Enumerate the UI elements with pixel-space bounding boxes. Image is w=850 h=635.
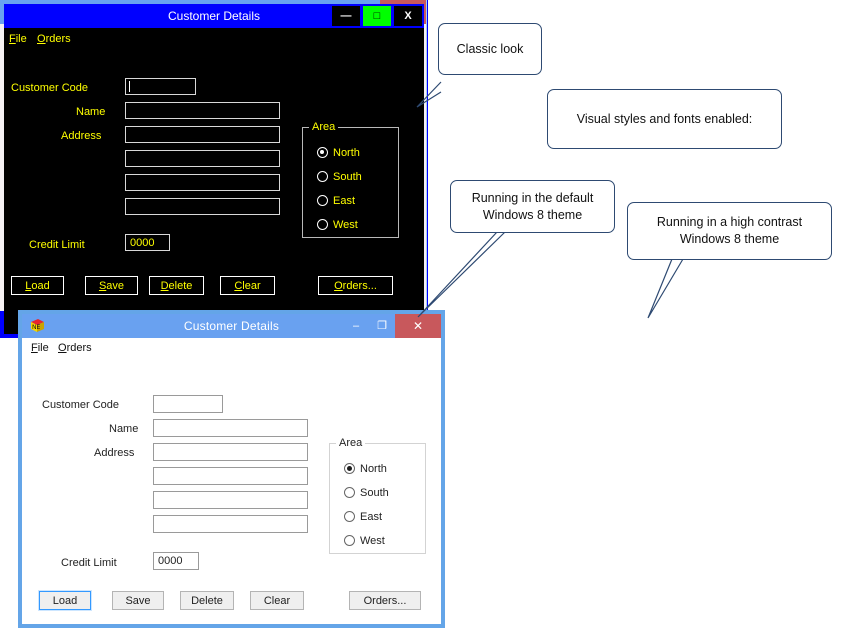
input-address-3-hc[interactable] <box>125 174 280 191</box>
button-save-hc[interactable]: Save <box>85 276 138 295</box>
radio-south-hc[interactable]: South <box>317 171 362 183</box>
label-name-hc: Name <box>76 106 106 118</box>
callout-visual-styles: Visual styles and fonts enabled: <box>547 89 782 149</box>
button-orders-hc[interactable]: Orders... <box>318 276 393 295</box>
radio-west-hc[interactable]: West <box>317 219 358 231</box>
window-controls-hc[interactable]: — □ X <box>332 6 422 26</box>
radio-east-default[interactable]: East <box>344 511 382 523</box>
button-delete-default[interactable]: Delete <box>180 591 234 610</box>
group-area-default: Area North South East West <box>329 437 426 554</box>
label-address-hc: Address <box>61 130 102 142</box>
callout-default-theme: Running in the default Windows 8 theme <box>450 180 615 233</box>
close-button-default[interactable]: ✕ <box>395 314 441 338</box>
minimize-button-default[interactable]: – <box>343 314 369 338</box>
callout-high-contrast: Running in a high contrast Windows 8 the… <box>627 202 832 260</box>
input-customer-code-default[interactable] <box>153 395 223 413</box>
menu-orders-hc[interactable]: Orders <box>37 33 71 45</box>
label-address-default: Address <box>94 447 135 459</box>
label-customer-code-default: Customer Code <box>42 399 120 411</box>
input-name-default[interactable] <box>153 419 308 437</box>
minimize-button-hc[interactable]: — <box>332 6 360 26</box>
input-address-1-default[interactable] <box>153 443 308 461</box>
ne-cube-icon-default: NE <box>29 318 45 334</box>
titlebar-default[interactable]: NE Customer Details – ❐ ✕ <box>22 314 441 338</box>
button-orders-default[interactable]: Orders... <box>349 591 421 610</box>
input-address-2-hc[interactable] <box>125 150 280 167</box>
input-address-4-default[interactable] <box>153 515 308 533</box>
button-delete-hc[interactable]: Delete <box>149 276 204 295</box>
radio-south-default[interactable]: South <box>344 487 389 499</box>
maximize-button-default[interactable]: ❐ <box>369 314 395 338</box>
window-controls-default[interactable]: – ❐ ✕ <box>343 314 441 338</box>
label-name-default: Name <box>109 423 139 435</box>
window-high-contrast[interactable]: Customer Details — □ X File Orders Custo… <box>0 0 428 338</box>
label-credit-limit-default: Credit Limit <box>61 557 117 569</box>
group-area-hc: Area North South East West <box>302 121 399 238</box>
menubar-default[interactable]: File Orders <box>22 338 441 355</box>
menu-file-hc[interactable]: File <box>9 33 27 45</box>
group-area-title-hc: Area <box>309 121 339 133</box>
button-load-default[interactable]: Load <box>38 590 92 611</box>
input-address-4-hc[interactable] <box>125 198 280 215</box>
input-customer-code-hc[interactable] <box>125 78 196 95</box>
titlebar-high-contrast[interactable]: Customer Details — □ X <box>4 4 424 28</box>
menu-file-default[interactable]: File <box>31 342 49 354</box>
radio-east-hc[interactable]: East <box>317 195 355 207</box>
button-clear-default[interactable]: Clear <box>250 591 304 610</box>
group-area-title-default: Area <box>336 437 366 449</box>
label-customer-code-hc: Customer Code <box>11 82 89 94</box>
radio-north-hc[interactable]: North <box>317 147 360 159</box>
close-button-hc[interactable]: X <box>394 6 422 26</box>
button-load-hc[interactable]: Load <box>11 276 64 295</box>
window-default-theme[interactable]: NE Customer Details – ❐ ✕ File Orders Cu… <box>18 310 445 628</box>
client-area-default: File Orders Customer Code Name Address C… <box>22 338 441 624</box>
input-credit-limit-default[interactable]: 0000 <box>153 552 199 570</box>
input-address-2-default[interactable] <box>153 467 308 485</box>
input-name-hc[interactable] <box>125 102 280 119</box>
input-address-3-default[interactable] <box>153 491 308 509</box>
radio-west-default[interactable]: West <box>344 535 385 547</box>
label-credit-limit-hc: Credit Limit <box>29 239 85 251</box>
svg-text:NE: NE <box>32 324 40 331</box>
client-area-high-contrast: File Orders Customer Code Name Address C… <box>4 28 424 334</box>
radio-north-default[interactable]: North <box>344 463 387 475</box>
button-save-default[interactable]: Save <box>112 591 164 610</box>
maximize-button-hc[interactable]: □ <box>363 6 391 26</box>
menu-orders-default[interactable]: Orders <box>58 342 92 354</box>
callout-classic-look: Classic look <box>438 23 542 75</box>
input-credit-limit-hc[interactable]: 0000 <box>125 234 170 251</box>
button-clear-hc[interactable]: Clear <box>220 276 275 295</box>
input-address-1-hc[interactable] <box>125 126 280 143</box>
